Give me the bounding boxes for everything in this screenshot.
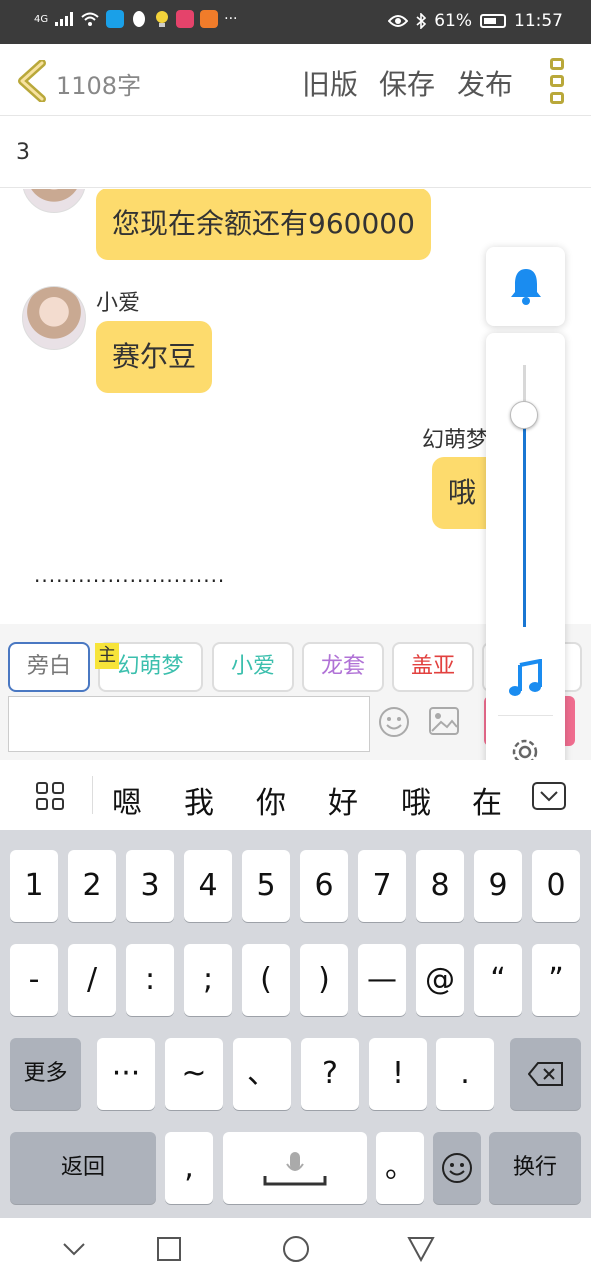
backspace-key[interactable] <box>510 1038 581 1110</box>
volume-panel <box>486 333 565 789</box>
character-chip-gaiya[interactable]: 盖亚 <box>392 642 474 692</box>
key[interactable]: 、 <box>233 1038 291 1110</box>
key[interactable]: 2 <box>68 850 116 922</box>
key[interactable]: 9 <box>474 850 522 922</box>
emoji-icon <box>442 1153 472 1183</box>
sender-name: 小爱 <box>96 291 141 316</box>
key[interactable]: ( <box>242 944 290 1016</box>
lightbulb-icon <box>156 11 169 27</box>
emoji-key[interactable] <box>433 1132 481 1204</box>
key[interactable]: 7 <box>358 850 406 922</box>
key[interactable]: : <box>126 944 174 1016</box>
avatar[interactable] <box>22 286 86 350</box>
key[interactable]: - <box>10 944 58 1016</box>
key[interactable]: ; <box>184 944 232 1016</box>
chapter-title-text: 3 <box>16 140 30 165</box>
back-chevron-icon[interactable] <box>14 60 48 102</box>
old-version-button[interactable]: 旧版 <box>302 63 358 103</box>
main-character-badge: 主 <box>95 643 119 669</box>
candidate-word[interactable]: 嗯 <box>112 778 142 822</box>
message-bubble[interactable]: 赛尔豆 <box>96 321 213 393</box>
character-chip-narrator[interactable]: 旁白 <box>8 642 90 692</box>
calendar-app-icon <box>176 10 195 28</box>
candidate-word[interactable]: 好 <box>328 778 358 822</box>
message-input[interactable] <box>8 696 370 752</box>
key[interactable]: ” <box>532 944 580 1016</box>
enter-key[interactable]: 换行 <box>489 1132 581 1204</box>
character-chip-longtao[interactable]: 龙套 <box>302 642 384 692</box>
character-chip-xiaoai[interactable]: 小爱 <box>212 642 294 692</box>
music-note-icon[interactable] <box>506 659 546 699</box>
more-notifications: ··· <box>224 11 238 27</box>
grid-menu-icon[interactable] <box>36 782 64 810</box>
message-bubble[interactable]: 您现在余额还有960000 <box>96 189 431 260</box>
return-key[interactable]: 返回 <box>10 1132 156 1204</box>
key[interactable]: ! <box>369 1038 427 1110</box>
candidate-bar: 嗯 我 你 好 哦 在 <box>0 760 591 830</box>
candidate-word[interactable]: 在 <box>472 778 502 822</box>
emoji-icon[interactable] <box>378 706 410 738</box>
candidate-word[interactable]: 我 <box>184 778 214 822</box>
editor-toolbar: 1108字 旧版 保存 发布 <box>0 44 591 116</box>
key[interactable]: 8 <box>416 850 464 922</box>
signal-icon <box>55 12 74 26</box>
divider <box>498 715 553 716</box>
save-button[interactable]: 保存 <box>379 63 435 103</box>
microphone-icon <box>263 1152 327 1186</box>
backspace-icon <box>527 1062 563 1086</box>
key[interactable]: 3 <box>126 850 174 922</box>
publish-button[interactable]: 发布 <box>457 63 513 103</box>
ellipsis-text: ·························· <box>34 569 226 593</box>
key[interactable]: 1 <box>10 850 58 922</box>
volume-slider-fill <box>523 414 526 627</box>
video-app-icon <box>200 10 219 28</box>
bell-icon[interactable] <box>508 266 544 306</box>
key[interactable]: “ <box>474 944 522 1016</box>
network-indicator: 4G <box>34 13 49 25</box>
chapter-title-field[interactable]: 3 <box>0 116 591 188</box>
keyboard: 1 2 3 4 5 6 7 8 9 0 - / : ; ( ) — @ “ ” … <box>0 830 591 1218</box>
key[interactable]: 5 <box>242 850 290 922</box>
key[interactable]: ) <box>300 944 348 1016</box>
sender-name: 幻萌梦 <box>422 428 489 453</box>
space-key[interactable] <box>223 1132 367 1204</box>
navigation-bar <box>0 1218 591 1280</box>
more-symbols-key[interactable]: 更多 <box>10 1038 81 1110</box>
key[interactable]: ··· <box>97 1038 155 1110</box>
key[interactable]: 4 <box>184 850 232 922</box>
key[interactable]: ~ <box>165 1038 223 1110</box>
battery-icon <box>480 14 506 28</box>
word-count: 1108字 <box>56 72 142 100</box>
qq-icon <box>133 11 146 27</box>
wifi-icon <box>81 12 99 26</box>
clock: 11:57 <box>514 11 563 31</box>
image-icon[interactable] <box>429 707 459 735</box>
keyboard-collapse-icon[interactable] <box>532 782 566 810</box>
key[interactable]: . <box>436 1038 494 1110</box>
key[interactable]: @ <box>416 944 464 1016</box>
status-bar: 4G ··· 61% 11:57 <box>0 0 591 44</box>
key[interactable]: / <box>68 944 116 1016</box>
key[interactable]: ? <box>301 1038 359 1110</box>
bluetooth-icon <box>416 13 427 29</box>
home-icon[interactable] <box>282 1235 310 1263</box>
recent-apps-icon[interactable] <box>156 1236 182 1262</box>
volume-slider-handle[interactable] <box>510 400 538 429</box>
back-triangle-icon[interactable] <box>407 1236 435 1262</box>
hide-keyboard-icon[interactable] <box>62 1242 86 1256</box>
candidate-word[interactable]: 你 <box>256 778 286 822</box>
key[interactable]: 。 <box>376 1132 424 1204</box>
divider <box>92 776 93 814</box>
key[interactable]: 0 <box>532 850 580 922</box>
key[interactable]: 6 <box>300 850 348 922</box>
app-notification-icon <box>106 10 125 28</box>
eye-icon <box>388 15 409 27</box>
battery-percent: 61% <box>434 11 472 31</box>
key[interactable]: , <box>165 1132 213 1204</box>
notification-card[interactable] <box>486 247 565 326</box>
candidate-word[interactable]: 哦 <box>401 778 431 822</box>
key[interactable]: — <box>358 944 406 1016</box>
avatar[interactable] <box>22 189 86 213</box>
more-menu-icon[interactable] <box>550 58 566 104</box>
